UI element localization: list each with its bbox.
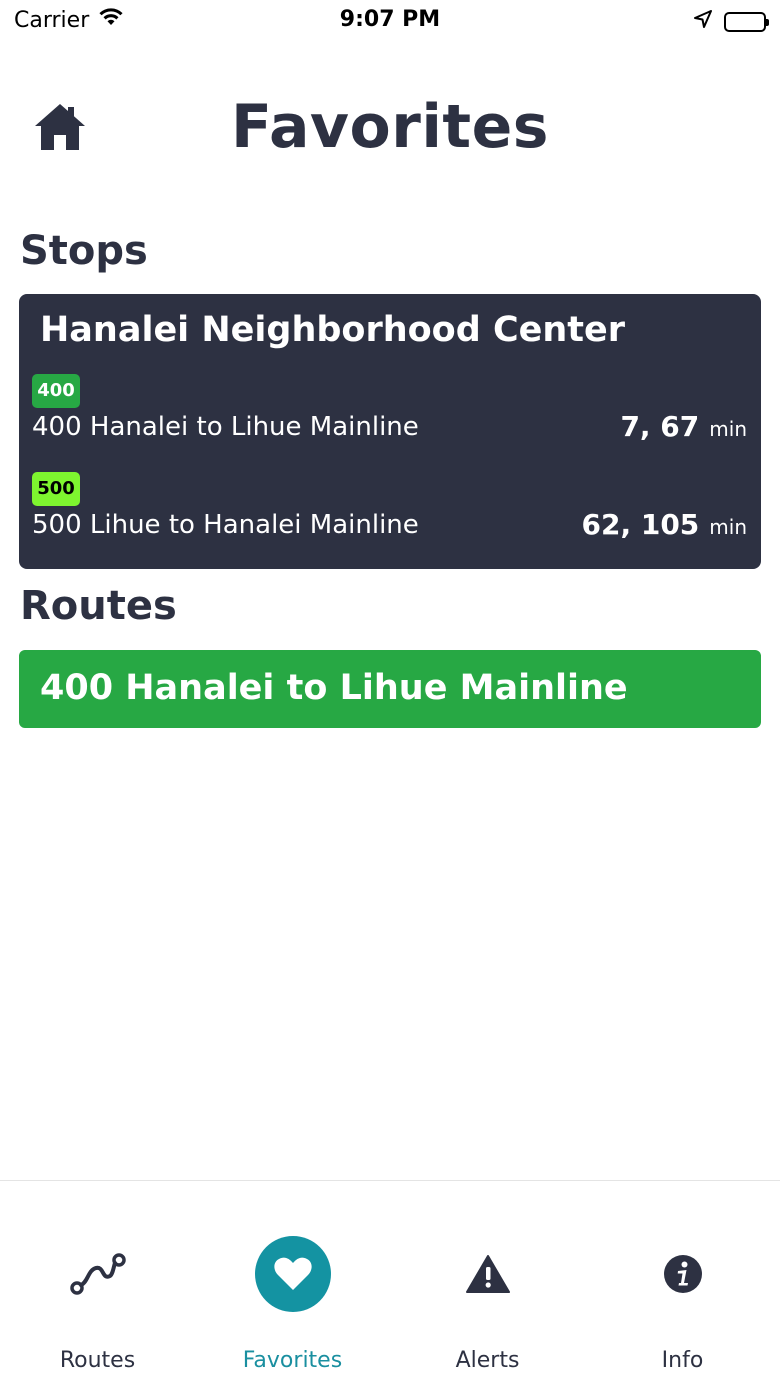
heart-icon [255,1236,331,1312]
tab-info[interactable]: Info [585,1181,780,1387]
arrival-times-value: 7, 67 [620,410,700,443]
favorite-route-label: 400 Hanalei to Lihue Mainline [40,668,628,708]
arrival-times-value: 62, 105 [581,508,700,541]
status-bar: Carrier 9:07 PM [0,0,780,40]
stops-section-title: Stops [20,228,148,274]
arrival-times-unit: min [709,515,747,539]
arrival-row[interactable]: 500 500 Lihue to Hanalei Mainline 62, 10… [19,472,761,552]
arrival-times: 62, 105 min [581,508,747,541]
tab-routes[interactable]: Routes [0,1181,195,1387]
battery-icon [724,11,769,32]
tab-favorites[interactable]: Favorites [195,1181,390,1387]
stop-name: Hanalei Neighborhood Center [40,310,626,350]
tab-routes-label: Routes [59,1348,136,1373]
location-arrow-icon [694,9,712,34]
heart-icon-wrap [255,1236,331,1312]
tab-bar: Routes Favorites Alerts Info [0,1180,780,1387]
status-time: 9:07 PM [339,7,441,32]
route-badge: 400 [32,374,80,408]
status-right [694,9,769,34]
favorite-route-card[interactable]: 400 Hanalei to Lihue Mainline [19,650,761,728]
page-title: Favorites [230,92,550,162]
tab-alerts-label: Alerts [455,1348,520,1373]
arrival-route-name: 400 Hanalei to Lihue Mainline [32,412,419,442]
tab-info-label: Info [661,1348,704,1373]
stop-card[interactable]: Hanalei Neighborhood Center 400 400 Hana… [19,294,761,569]
alert-icon [450,1236,526,1312]
info-icon [645,1236,721,1312]
arrival-row[interactable]: 400 400 Hanalei to Lihue Mainline 7, 67 … [19,374,761,454]
tab-favorites-label: Favorites [242,1348,343,1373]
arrival-times: 7, 67 min [620,410,747,443]
route-icon [60,1236,136,1312]
tab-alerts[interactable]: Alerts [390,1181,585,1387]
arrival-route-name: 500 Lihue to Hanalei Mainline [32,510,419,540]
arrival-times-unit: min [709,417,747,441]
routes-section-title: Routes [20,583,177,629]
favorites-screen: Carrier 9:07 PM Favorites Stops Hanalei … [0,0,780,1387]
route-badge: 500 [32,472,80,506]
